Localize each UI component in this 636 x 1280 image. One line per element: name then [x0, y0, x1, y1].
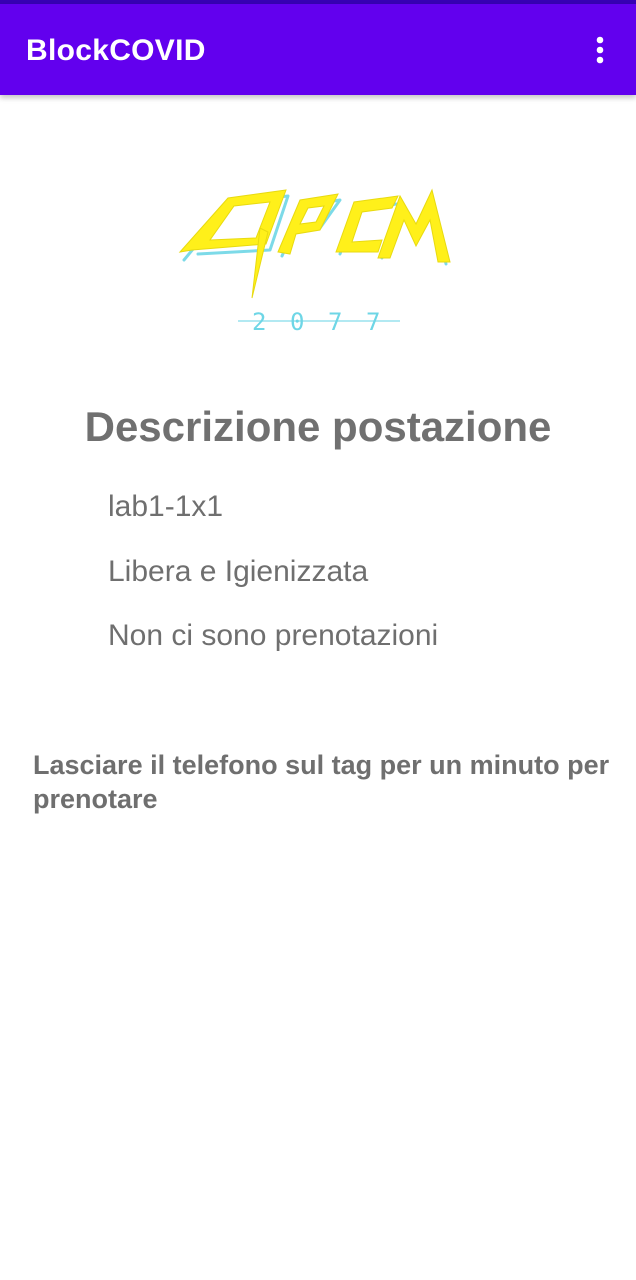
app-title: BlockCOVID [26, 34, 206, 67]
dpcm-2077-logo: 2077 [178, 188, 451, 336]
station-status: Libera e Igienizzata [108, 555, 369, 588]
reservations-status: Non ci sono prenotazioni [108, 619, 439, 652]
page-title: Descrizione postazione [84, 403, 552, 450]
logo-subtext: 2077 [252, 308, 380, 336]
app-bar: BlockCOVID [0, 4, 636, 95]
overflow-menu-button[interactable] [578, 28, 622, 72]
booking-instruction: Lasciare il telefono sul tag per un minu… [33, 750, 610, 814]
station-id: lab1-1x1 [108, 490, 224, 523]
more-vert-icon [596, 36, 604, 64]
